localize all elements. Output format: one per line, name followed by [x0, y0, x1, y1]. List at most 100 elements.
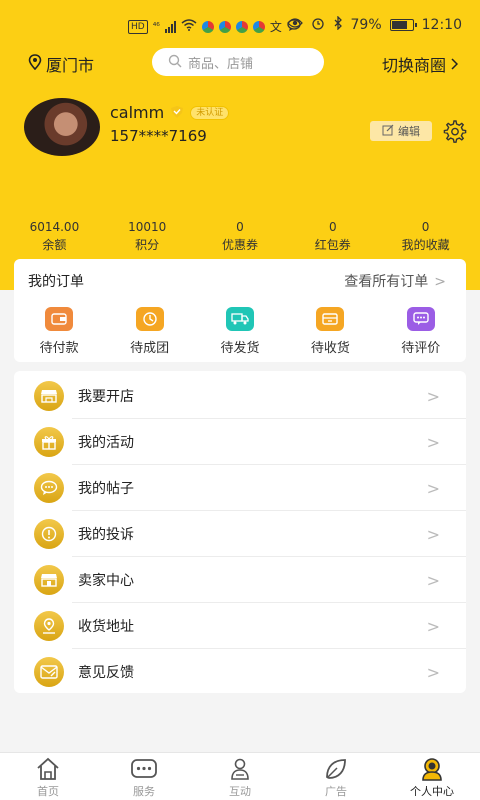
stat-points[interactable]: 10010 积分	[107, 220, 187, 254]
stat-value: 10010	[128, 220, 167, 234]
network-type: ⁴⁶	[152, 21, 160, 32]
status-right: 79% 12:10	[286, 15, 462, 34]
chevron-right-icon: >	[426, 616, 440, 636]
menu-label: 收货地址	[78, 619, 134, 635]
nav-home[interactable]: 首页	[0, 753, 96, 800]
edit-icon	[382, 124, 394, 139]
clock-icon	[135, 307, 164, 331]
stat-value: 0	[328, 220, 337, 234]
order-pending-group[interactable]: 待成团	[110, 307, 190, 356]
orders-title: 我的订单	[28, 274, 84, 290]
chevron-right-icon: >	[426, 432, 440, 452]
switch-circle-button[interactable]: 切换商圈	[382, 52, 459, 76]
stat-balance[interactable]: 6014.00 余额	[14, 220, 94, 254]
search-icon	[168, 53, 182, 72]
stat-label: 积分	[135, 238, 160, 252]
battery-icon	[389, 19, 417, 31]
chevron-right-icon	[450, 55, 459, 74]
menu-item-feedback[interactable]: 意见反馈 >	[14, 649, 466, 695]
settings-gear-icon[interactable]	[441, 118, 467, 144]
edit-profile-button[interactable]: 编辑	[370, 121, 432, 141]
location-label: 厦门市	[46, 56, 95, 75]
edit-label: 编辑	[398, 125, 420, 138]
hd-indicator: HD	[128, 19, 148, 34]
battery-percent: 79%	[350, 17, 382, 33]
feedback-icon	[34, 657, 64, 687]
stat-label: 优惠券	[221, 238, 258, 252]
gift-icon	[34, 427, 64, 457]
menu-item-my-complaints[interactable]: 我的投诉 >	[14, 511, 466, 557]
box-icon	[316, 307, 345, 331]
stat-label: 我的收藏	[401, 238, 450, 252]
shop-icon	[34, 381, 64, 411]
interact-icon	[227, 757, 253, 781]
signal-icon	[164, 20, 176, 33]
app-notification-icon	[201, 20, 214, 33]
nav-service[interactable]: 服务	[96, 753, 192, 800]
search-input[interactable]: 商品、店铺	[152, 48, 324, 76]
nav-interact[interactable]: 互动	[192, 753, 288, 800]
menu-item-my-posts[interactable]: 我的帖子 >	[14, 465, 466, 511]
eye-icon	[286, 17, 303, 33]
bluetooth-icon	[333, 15, 343, 34]
alert-icon	[34, 519, 64, 549]
order-pending-payment[interactable]: 待付款	[19, 307, 99, 356]
home-icon	[35, 757, 61, 781]
status-bar: HD ⁴⁶ 文 79% 12:10	[0, 0, 480, 40]
top-header: 厦门市 商品、店铺 切换商圈	[0, 46, 480, 80]
status-left: HD ⁴⁶ 文	[128, 18, 301, 35]
stat-value: 0	[236, 220, 244, 234]
stat-red-packets[interactable]: 0 红包券	[293, 220, 373, 254]
order-pending-review[interactable]: 待评价	[381, 307, 461, 356]
location-pin-icon	[28, 54, 42, 74]
chevron-right-icon: >	[426, 524, 440, 544]
translate-icon: 文	[269, 20, 282, 34]
chevron-right-icon: >	[426, 570, 440, 590]
service-icon	[131, 757, 157, 781]
nav-label: 首页	[37, 785, 59, 798]
chevron-right-icon: >	[426, 478, 440, 498]
search-placeholder: 商品、店铺	[188, 56, 254, 72]
clock-time: 12:10	[421, 17, 462, 33]
bottom-navigation: 首页 服务 互动 广告 个人中心	[0, 752, 480, 800]
menu-item-my-activities[interactable]: 我的活动 >	[14, 419, 466, 465]
order-label: 待评价	[401, 341, 441, 356]
menu-label: 我的活动	[78, 435, 134, 451]
menu-item-open-shop[interactable]: 我要开店 >	[14, 373, 466, 419]
stat-favorites[interactable]: 0 我的收藏	[386, 220, 466, 254]
order-label: 待发货	[220, 341, 260, 356]
view-all-orders-link[interactable]: 查看所有订单 >	[344, 271, 446, 291]
store-icon	[34, 565, 64, 595]
orders-card: 我的订单 查看所有订单 > 待付款 待成团 待发货 待收货 待评价	[14, 259, 466, 362]
app-notification-icon	[218, 20, 231, 33]
account-stats: 6014.00 余额 10010 积分 0 优惠券 0 红包券 0 我的收藏	[0, 220, 480, 254]
chat-icon	[34, 473, 64, 503]
menu-item-shipping-address[interactable]: 收货地址 >	[14, 603, 466, 649]
menu-label: 意见反馈	[78, 665, 134, 681]
chevron-right-icon: >	[434, 274, 446, 290]
order-label: 待付款	[39, 341, 79, 356]
location-selector[interactable]: 厦门市	[28, 52, 94, 76]
nav-ad[interactable]: 广告	[288, 753, 384, 800]
truck-icon	[225, 307, 254, 331]
verify-shield-icon	[170, 103, 184, 122]
view-all-orders-label: 查看所有订单	[344, 274, 429, 290]
phone-number: 157****7169	[110, 127, 207, 145]
stat-label: 红包券	[314, 238, 351, 252]
menu-item-seller-center[interactable]: 卖家中心 >	[14, 557, 466, 603]
menu-list: 我要开店 > 我的活动 > 我的帖子 > 我的投诉 > 卖家中心 > 收货地址 …	[14, 371, 466, 693]
nav-profile[interactable]: 个人中心	[384, 753, 480, 800]
order-pending-receipt[interactable]: 待收货	[290, 307, 370, 356]
chevron-right-icon: >	[426, 386, 440, 406]
order-pending-shipment[interactable]: 待发货	[200, 307, 280, 356]
profile-icon	[419, 757, 445, 781]
order-label: 待成团	[130, 341, 170, 356]
wallet-icon	[45, 307, 74, 331]
nav-label: 互动	[229, 785, 251, 798]
app-notification-icon	[235, 20, 248, 33]
avatar[interactable]	[24, 98, 100, 156]
stat-value: 0	[421, 220, 430, 234]
stat-coupons[interactable]: 0 优惠券	[200, 220, 280, 254]
menu-label: 卖家中心	[78, 573, 134, 589]
nav-label: 个人中心	[410, 785, 454, 798]
